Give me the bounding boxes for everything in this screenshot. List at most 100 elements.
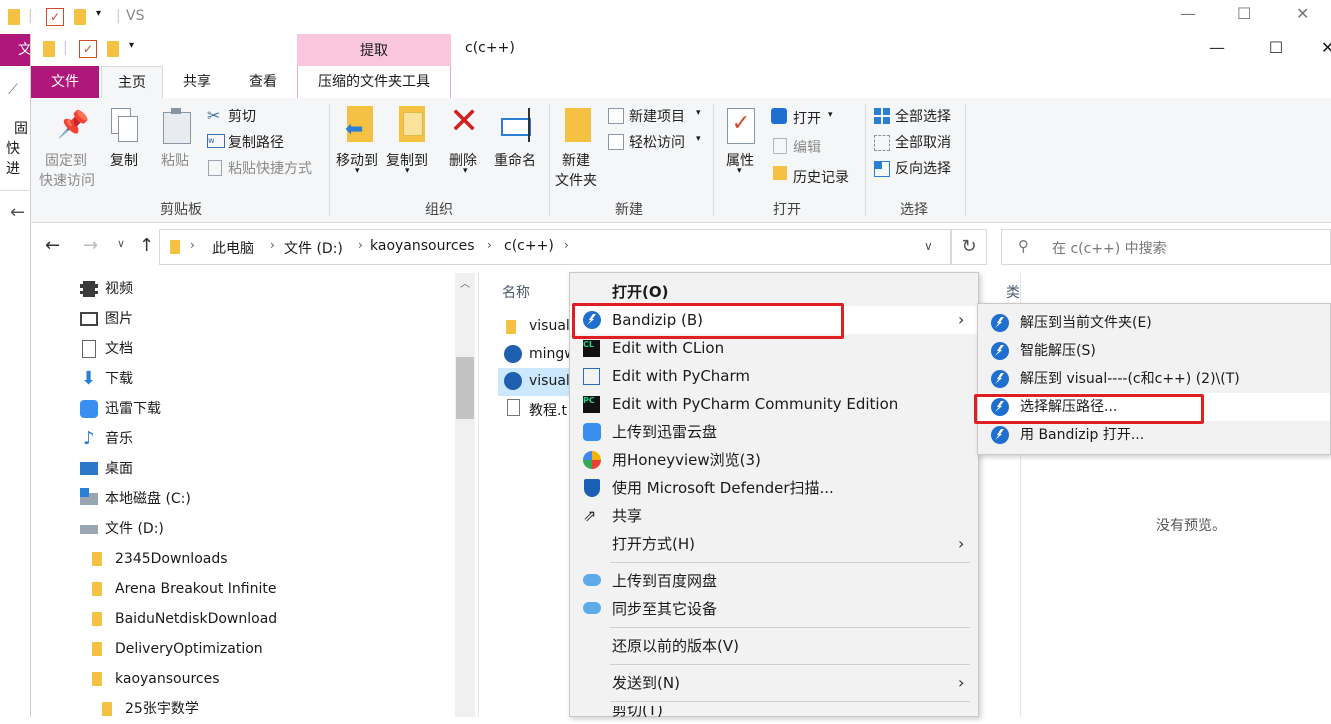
submenu-extract-to-folder[interactable]: 解压到 visual----(c和c++) (2)\(T) bbox=[978, 365, 1330, 393]
properties-icon[interactable]: ✓ bbox=[79, 40, 97, 58]
new-folder-icon[interactable] bbox=[107, 41, 119, 57]
pin-to-quick-access-label-2[interactable]: 快速访问 bbox=[39, 170, 95, 190]
file-name: 教程.t bbox=[529, 403, 567, 419]
file-row[interactable]: visual bbox=[498, 314, 570, 340]
video-icon bbox=[80, 281, 98, 297]
scrollbar-thumb[interactable] bbox=[456, 357, 474, 419]
select-none-button[interactable]: 全部取消 bbox=[895, 132, 951, 152]
maximize-button[interactable]: ☐ bbox=[1253, 38, 1299, 57]
search-input[interactable]: 在 c(c++) 中搜索 bbox=[1052, 238, 1167, 258]
back-button[interactable]: ← bbox=[45, 235, 60, 256]
menu-item-restore-versions[interactable]: 还原以前的版本(V) bbox=[570, 632, 978, 660]
qat-dropdown-icon[interactable]: ▾ bbox=[129, 40, 134, 51]
search-box[interactable]: ⚲ 在 c(c++) 中搜索 bbox=[1001, 229, 1331, 265]
forward-button[interactable]: → bbox=[83, 235, 98, 256]
invert-selection-icon bbox=[874, 161, 890, 177]
document-icon bbox=[82, 340, 96, 358]
close-button[interactable]: ✕ bbox=[1321, 38, 1331, 57]
tab-share[interactable]: 共享 bbox=[171, 66, 223, 98]
cut-button[interactable]: 剪切 bbox=[228, 106, 256, 126]
menu-item-edit-pycharm[interactable]: Edit with PyCharm bbox=[570, 362, 978, 390]
new-folder-button-line2[interactable]: 文件夹 bbox=[555, 170, 597, 190]
download-icon: ⬇ bbox=[81, 368, 97, 389]
file-row[interactable]: mingw bbox=[498, 342, 576, 368]
history-button[interactable]: 历史记录 bbox=[793, 167, 849, 187]
menu-item-upload-baidu[interactable]: 上传到百度网盘 bbox=[570, 567, 978, 595]
rename-button[interactable]: 重命名 bbox=[494, 150, 536, 170]
easy-access-button[interactable]: 轻松访问 bbox=[629, 132, 685, 152]
folder-icon bbox=[92, 672, 102, 686]
open-button[interactable]: 打开 bbox=[793, 108, 821, 128]
paste-button[interactable]: 粘贴 bbox=[161, 150, 189, 170]
new-folder-button-line1[interactable]: 新建 bbox=[562, 150, 590, 170]
bg-minimize-button[interactable]: — bbox=[1180, 4, 1196, 23]
breadcrumb-this-pc[interactable]: 此电脑 bbox=[212, 238, 254, 258]
pycharm-icon bbox=[583, 368, 600, 385]
nav-scrollbar[interactable]: ︿ bbox=[455, 273, 475, 717]
breadcrumb-separator-icon[interactable]: › bbox=[270, 238, 275, 252]
contextual-tab-header: 提取 bbox=[297, 34, 451, 66]
submenu-smart-extract[interactable]: 智能解压(S) bbox=[978, 337, 1330, 365]
address-bar[interactable]: › 此电脑 › 文件 (D:) › kaoyansources › c(c++)… bbox=[159, 229, 951, 265]
new-item-button[interactable]: 新建项目 bbox=[629, 106, 685, 126]
address-dropdown-icon[interactable]: ∨ bbox=[924, 239, 933, 253]
folder-icon bbox=[74, 9, 86, 25]
copy-button[interactable]: 复制 bbox=[110, 150, 138, 170]
breadcrumb-kaoyansources[interactable]: kaoyansources bbox=[370, 238, 475, 254]
copy-to-icon bbox=[397, 106, 427, 144]
paste-shortcut-button[interactable]: 粘贴快捷方式 bbox=[228, 158, 312, 178]
folder-icon bbox=[92, 642, 102, 656]
column-header-type[interactable]: 类 bbox=[1006, 282, 1020, 302]
menu-separator bbox=[610, 562, 970, 563]
menu-item-sync-devices[interactable]: 同步至其它设备 bbox=[570, 595, 978, 623]
select-none-icon bbox=[874, 135, 890, 151]
open-group-label: 打开 bbox=[773, 202, 801, 218]
breadcrumb-current-folder[interactable]: c(c++) bbox=[504, 238, 554, 254]
submenu-open-with-bandizip[interactable]: 用 Bandizip 打开... bbox=[978, 421, 1330, 449]
bg-close-button[interactable]: ✕ bbox=[1296, 4, 1309, 23]
refresh-button[interactable]: ↻ bbox=[951, 229, 987, 265]
breadcrumb-separator-icon[interactable]: › bbox=[487, 238, 492, 252]
up-button[interactable]: ↑ bbox=[139, 235, 154, 256]
menu-item-send-to[interactable]: 发送到(N) › bbox=[570, 669, 978, 697]
new-group-label: 新建 bbox=[615, 202, 643, 218]
menu-item-upload-xunlei[interactable]: 上传到迅雷云盘 bbox=[570, 418, 978, 446]
column-header-name[interactable]: 名称 bbox=[502, 282, 530, 302]
breadcrumb-drive-d[interactable]: 文件 (D:) bbox=[284, 238, 343, 258]
bg-ribbon-label: 固 bbox=[14, 121, 28, 137]
rename-icon bbox=[501, 108, 535, 142]
properties-icon: ✓ bbox=[727, 108, 755, 144]
group-divider bbox=[865, 104, 866, 216]
breadcrumb-separator-icon[interactable]: › bbox=[190, 238, 195, 252]
invert-selection-button[interactable]: 反向选择 bbox=[895, 158, 951, 178]
background-left-strip: ⟋ 固 快进 ← bbox=[0, 66, 30, 717]
menu-item-share[interactable]: ⇗ 共享 bbox=[570, 502, 978, 530]
breadcrumb-separator-icon[interactable]: › bbox=[564, 238, 569, 252]
menu-item-open-with[interactable]: 打开方式(H) › bbox=[570, 530, 978, 558]
submenu-extract-here[interactable]: 解压到当前文件夹(E) bbox=[978, 309, 1330, 337]
menu-item-open[interactable]: 打开(O) bbox=[570, 278, 978, 306]
scroll-up-icon[interactable]: ︿ bbox=[460, 275, 470, 290]
select-all-button[interactable]: 全部选择 bbox=[895, 106, 951, 126]
file-row-selected[interactable]: visual bbox=[498, 368, 570, 396]
menu-item-honeyview[interactable]: 用Honeyview浏览(3) bbox=[570, 446, 978, 474]
tab-view[interactable]: 查看 bbox=[237, 66, 289, 98]
edit-button[interactable]: 编辑 bbox=[793, 137, 821, 157]
pin-to-quick-access-label[interactable]: 固定到 bbox=[45, 150, 87, 170]
menu-item-cut[interactable]: 剪切(T) bbox=[570, 706, 978, 717]
breadcrumb-separator-icon[interactable]: › bbox=[358, 238, 363, 252]
bandizip-icon bbox=[991, 342, 1009, 360]
menu-item-defender-scan[interactable]: 使用 Microsoft Defender扫描... bbox=[570, 474, 978, 502]
file-row[interactable]: 教程.t bbox=[498, 396, 570, 422]
refresh-icon: ↻ bbox=[961, 236, 977, 257]
minimize-button[interactable]: — bbox=[1194, 38, 1240, 57]
copy-path-button[interactable]: 复制路径 bbox=[228, 132, 284, 152]
recent-locations-chevron-icon[interactable]: ∨ bbox=[117, 237, 125, 250]
tab-compressed-folder-tools[interactable]: 压缩的文件夹工具 bbox=[297, 66, 451, 98]
bg-maximize-button[interactable]: ☐ bbox=[1237, 4, 1251, 23]
menu-item-edit-pycharm-ce[interactable]: PC Edit with PyCharm Community Edition bbox=[570, 390, 978, 418]
tab-home[interactable]: 主页 bbox=[101, 66, 163, 98]
tab-file[interactable]: 文件 bbox=[31, 66, 99, 98]
dropdown-icon: ▾ bbox=[696, 134, 701, 144]
file-name: visual bbox=[529, 318, 570, 334]
